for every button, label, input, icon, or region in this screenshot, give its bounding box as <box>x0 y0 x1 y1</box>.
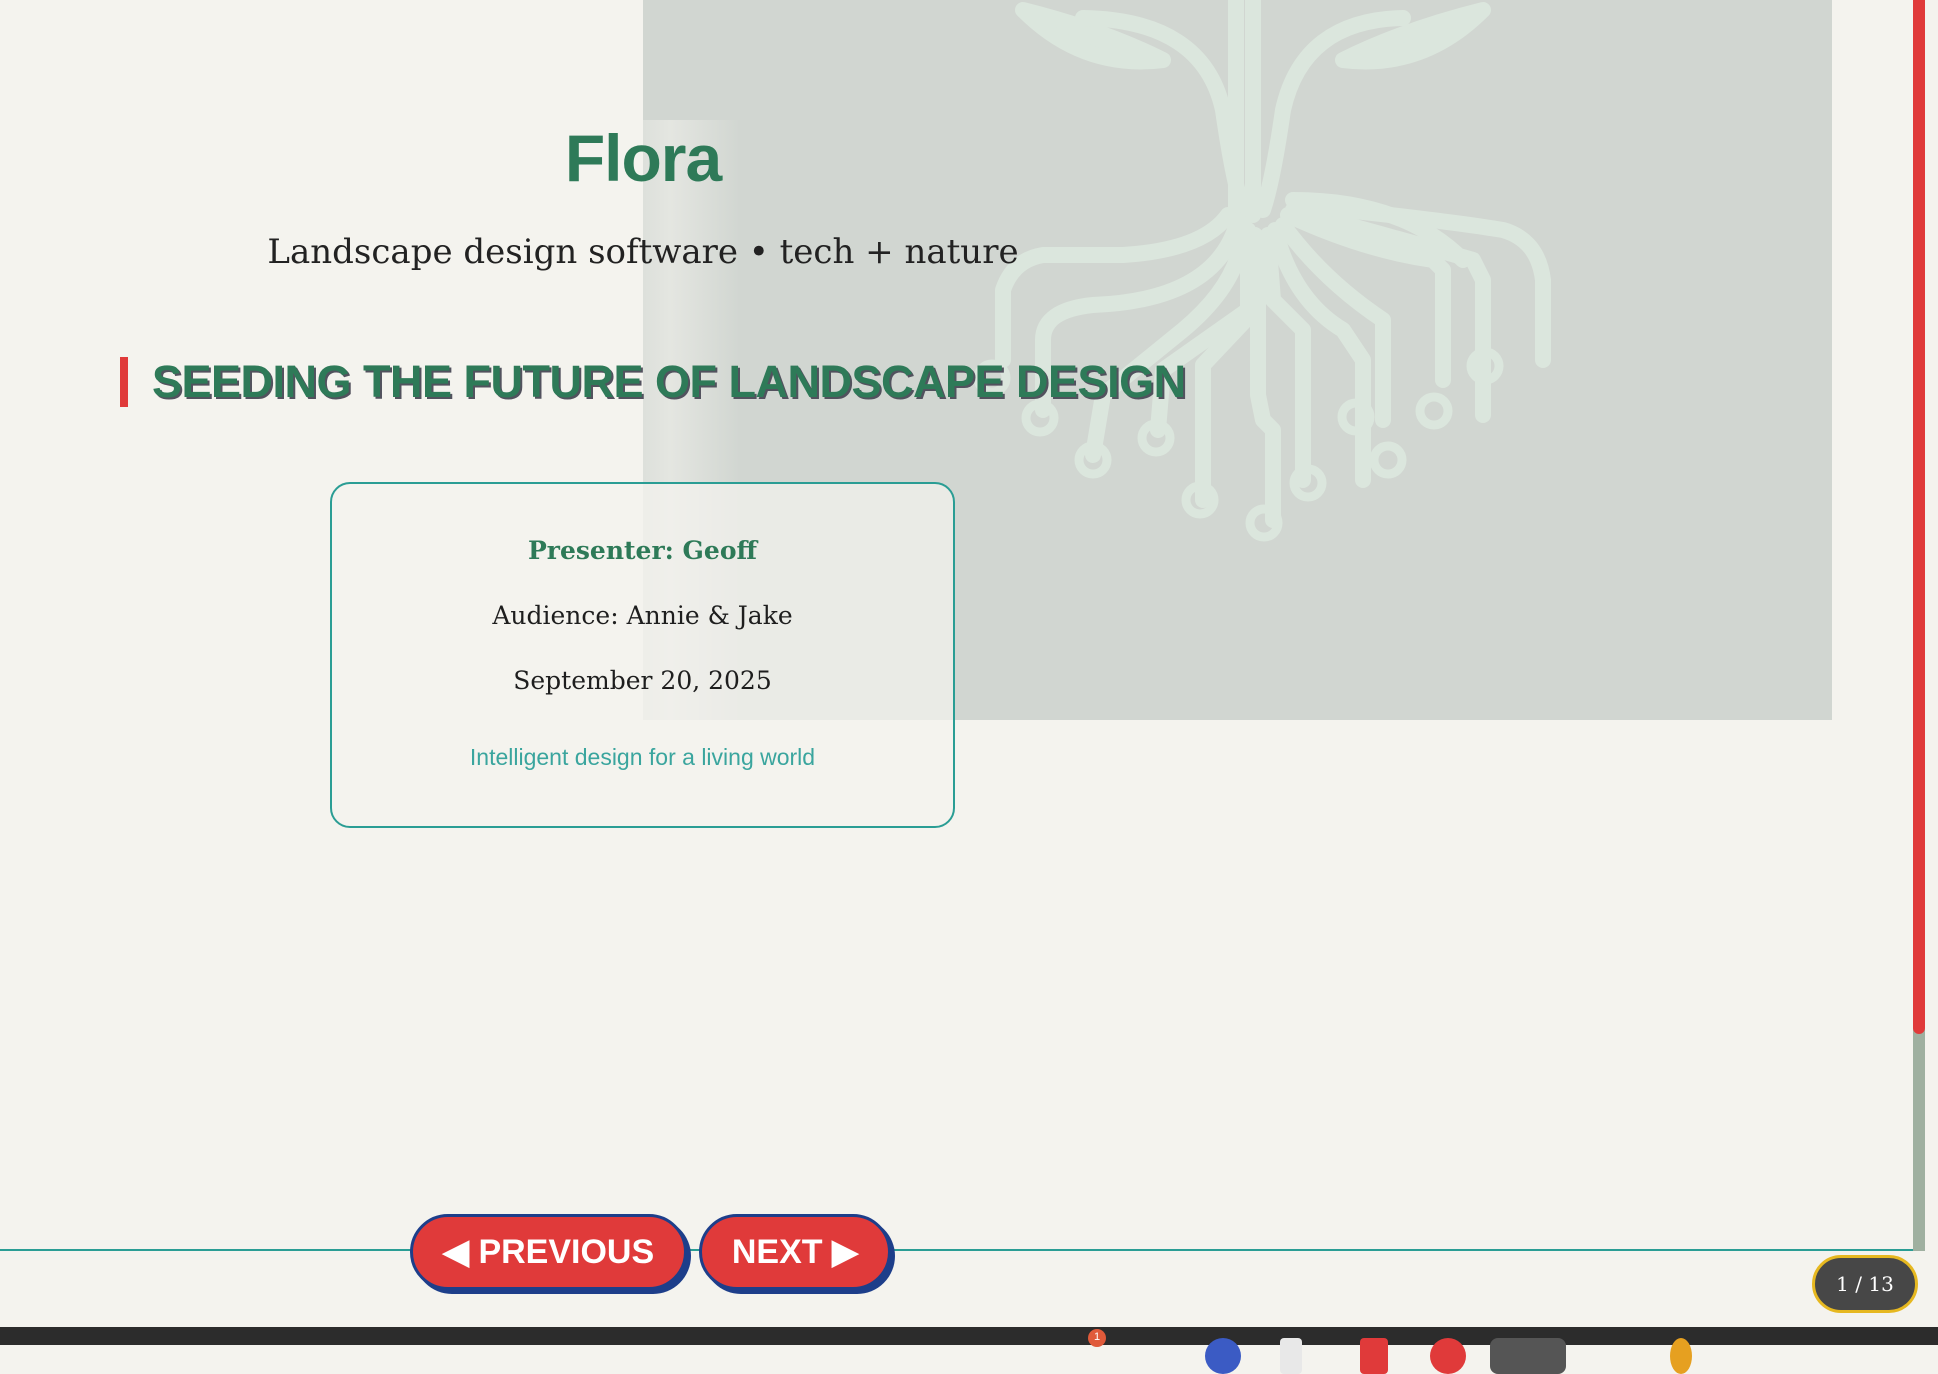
brand-title: Flora <box>564 121 722 195</box>
presentation-date: September 20, 2025 <box>513 666 772 695</box>
presenter-label: Presenter: Geoff <box>527 536 758 565</box>
taskbar-app-icon[interactable] <box>1490 1338 1566 1374</box>
taskbar-app-icon[interactable] <box>1205 1338 1241 1374</box>
taskbar-app-icon[interactable] <box>1280 1338 1302 1374</box>
scrollbar-thumb[interactable] <box>1913 0 1925 1034</box>
section-heading: SEEDING THE FUTURE OF LANDSCAPE DESIGN <box>152 356 1186 407</box>
motto-text: Intelligent design for a living world <box>469 744 816 770</box>
audience-label: Audience: Annie & Jake <box>492 601 793 630</box>
taskbar-app-icon[interactable] <box>1670 1338 1692 1374</box>
notification-badge: 1 <box>1088 1329 1106 1347</box>
slide-frame: Flora Landscape design software • tech +… <box>0 0 1916 1251</box>
tagline: Landscape design software • tech + natur… <box>267 232 1019 272</box>
presenter-info-card: Presenter: Geoff Audience: Annie & Jake … <box>330 482 955 828</box>
previous-slide-button[interactable]: ◀ PREVIOUS <box>410 1214 687 1290</box>
next-slide-button[interactable]: NEXT ▶ <box>699 1214 891 1290</box>
page-indicator: 1 / 13 <box>1812 1255 1918 1313</box>
taskbar-app-icon[interactable] <box>1430 1338 1466 1374</box>
taskbar-app-icon[interactable] <box>1360 1338 1388 1374</box>
taskbar <box>0 1327 1938 1374</box>
